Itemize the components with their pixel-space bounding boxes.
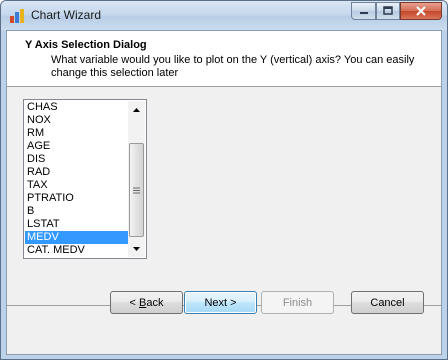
chart-app-icon: [10, 9, 24, 23]
dialog-description: What variable would you like to plot on …: [51, 54, 415, 79]
variable-list-item[interactable]: NOX: [25, 114, 128, 127]
dialog-heading: Y Axis Selection Dialog: [25, 39, 147, 51]
back-button[interactable]: < Back: [110, 291, 183, 314]
maximize-button[interactable]: [376, 2, 400, 20]
variable-list-item[interactable]: CAT. MEDV: [25, 244, 128, 257]
scroll-down-icon: [133, 246, 140, 251]
title-bar[interactable]: Chart Wizard: [1, 1, 447, 30]
scroll-up-button[interactable]: [128, 101, 145, 118]
variable-list-item[interactable]: AGE: [25, 140, 128, 153]
variable-list-item[interactable]: TAX: [25, 179, 128, 192]
variable-list-item[interactable]: DIS: [25, 153, 128, 166]
close-button[interactable]: [400, 2, 442, 20]
finish-button[interactable]: Finish: [261, 291, 334, 314]
variable-list-item[interactable]: PTRATIO: [25, 192, 128, 205]
header-panel: Y Axis Selection Dialog What variable wo…: [7, 31, 441, 87]
close-icon: [416, 6, 426, 16]
variable-list-item[interactable]: MEDV: [25, 231, 128, 244]
scroll-thumb[interactable]: [129, 143, 144, 237]
cancel-button[interactable]: Cancel: [351, 291, 424, 314]
variable-list-item[interactable]: RAD: [25, 166, 128, 179]
chart-wizard-window: Chart Wizard Y Axis Selection Dialog Wha…: [0, 0, 448, 360]
variable-listbox[interactable]: CHAS NOX RM AGE DIS RAD TAX PTRATIO B LSTAT MEDV CA…: [23, 99, 147, 259]
scroll-up-icon: [133, 107, 140, 112]
scroll-down-button[interactable]: [128, 240, 145, 257]
maximize-icon: [383, 6, 393, 15]
back-button-label: < Back: [129, 296, 164, 309]
window-title: Chart Wizard: [31, 8, 102, 22]
vertical-scrollbar[interactable]: [128, 101, 145, 257]
minimize-button[interactable]: [351, 2, 376, 20]
variable-list-item[interactable]: CHAS: [25, 101, 128, 114]
grip-icon: [133, 187, 140, 193]
variable-list-item[interactable]: B: [25, 205, 128, 218]
minimize-icon: [359, 12, 368, 14]
variable-list-item[interactable]: RM: [25, 127, 128, 140]
next-button[interactable]: Next >: [184, 291, 257, 314]
variable-list-item[interactable]: LSTAT: [25, 218, 128, 231]
variable-list: CHAS NOX RM AGE DIS RAD TAX PTRATIO B LSTAT MEDV CA…: [25, 101, 128, 257]
